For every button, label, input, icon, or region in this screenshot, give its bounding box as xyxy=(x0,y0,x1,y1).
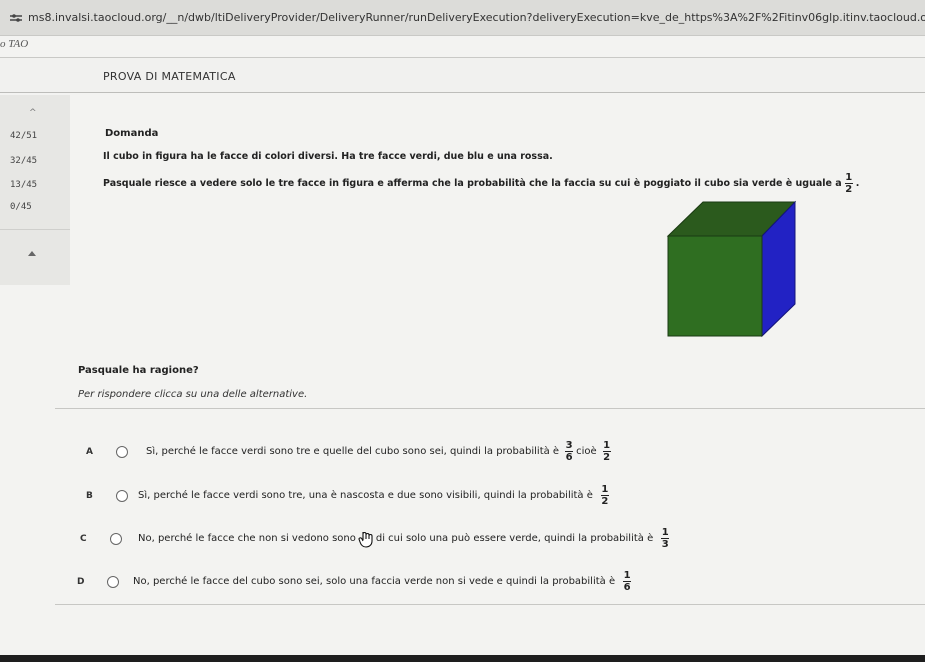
nav-item-section-1[interactable]: 42/51 xyxy=(10,131,37,141)
question-line2-end: . xyxy=(855,178,860,189)
radio-d[interactable] xyxy=(107,575,119,588)
exam-title: PROVA DI MATEMATICA xyxy=(103,70,236,83)
choice-c-text-b: di cui solo una può essere verde, quindi… xyxy=(375,533,654,544)
choice-d[interactable]: D No, perché le facce del cubo sono sei,… xyxy=(77,570,634,593)
choice-letter: B xyxy=(86,490,93,501)
fraction-denominator: 6 xyxy=(565,452,573,463)
question-heading: Domanda xyxy=(105,128,159,139)
choice-a[interactable]: A Sì, perché le facce verdi sono tre e q… xyxy=(86,440,614,463)
fraction-numerator: 1 xyxy=(601,484,609,495)
choice-letter: C xyxy=(80,533,87,544)
url-text[interactable]: ms8.invalsi.taocloud.org/__n/dwb/ltiDeli… xyxy=(28,11,925,24)
choice-a-fraction: 3 6 xyxy=(565,440,574,463)
fraction-denominator: 2 xyxy=(845,184,853,195)
fraction-denominator: 6 xyxy=(623,582,631,593)
choice-b-fraction: 1 2 xyxy=(600,484,609,507)
question-text-line1: Il cubo in figura ha le facce di colori … xyxy=(103,151,553,162)
divider xyxy=(55,408,925,409)
nav-item-section-4[interactable]: 0/45 xyxy=(10,202,32,212)
choice-c-text-a: No, perché le facce che non si vedono so… xyxy=(138,533,356,544)
choice-b-text: Sì, perché le facce verdi sono tre, una … xyxy=(138,490,593,501)
fraction-numerator: 1 xyxy=(603,440,611,451)
section-navigator xyxy=(0,95,70,285)
fraction-numerator: 1 xyxy=(845,172,853,183)
nav-divider xyxy=(0,229,70,230)
cube-figure xyxy=(666,200,796,338)
test-header: PROVA DI MATEMATICA xyxy=(0,57,925,93)
answer-instruction: Per rispondere clicca su una delle alter… xyxy=(78,389,308,400)
address-bar[interactable]: ms8.invalsi.taocloud.org/__n/dwb/ltiDeli… xyxy=(0,0,925,36)
choice-letter: A xyxy=(86,446,93,457)
divider xyxy=(55,604,925,605)
choice-a-text: Sì, perché le facce verdi sono tre e que… xyxy=(146,446,560,457)
collapse-icon[interactable]: ^ xyxy=(29,108,37,118)
radio-c[interactable] xyxy=(110,532,122,545)
fraction-denominator: 2 xyxy=(601,496,609,507)
fraction-numerator: 1 xyxy=(623,570,631,581)
question-text-line2-body: Pasquale riesce a vedere solo le tre fac… xyxy=(103,178,842,189)
choice-b[interactable]: B Sì, perché le facce verdi sono tre, un… xyxy=(86,484,612,507)
choice-a-mid: cioè xyxy=(576,446,597,457)
fraction-numerator: 1 xyxy=(661,527,669,538)
choice-letter: D xyxy=(77,576,85,587)
choice-c-fraction: 1 3 xyxy=(661,527,670,550)
radio-b[interactable] xyxy=(116,489,128,502)
choice-d-text: No, perché le facce del cubo sono sei, s… xyxy=(133,576,616,587)
cube-front-face xyxy=(667,235,763,337)
nav-item-section-3[interactable]: 13/45 xyxy=(10,180,37,190)
fraction-numerator: 3 xyxy=(565,440,573,451)
expand-up-icon[interactable] xyxy=(28,251,36,256)
radio-a[interactable] xyxy=(116,445,128,458)
question-text-line2: Pasquale riesce a vedere solo le tre fac… xyxy=(103,172,859,195)
bottom-edge xyxy=(0,655,925,662)
nav-item-section-2[interactable]: 32/45 xyxy=(10,156,37,166)
choice-c[interactable]: C No, perché le facce che non si vedono … xyxy=(80,527,672,550)
fraction-denominator: 2 xyxy=(603,452,611,463)
question-prompt: Pasquale ha ragione? xyxy=(78,365,199,376)
fraction-denominator: 3 xyxy=(661,539,669,550)
hand-cursor-icon xyxy=(358,530,374,548)
tao-logo-text: o TAO xyxy=(0,38,29,50)
choice-d-fraction: 1 6 xyxy=(623,570,632,593)
choice-a-fraction-2: 1 2 xyxy=(602,440,611,463)
question-fraction: 1 2 xyxy=(844,172,853,195)
site-settings-icon[interactable] xyxy=(10,12,22,24)
